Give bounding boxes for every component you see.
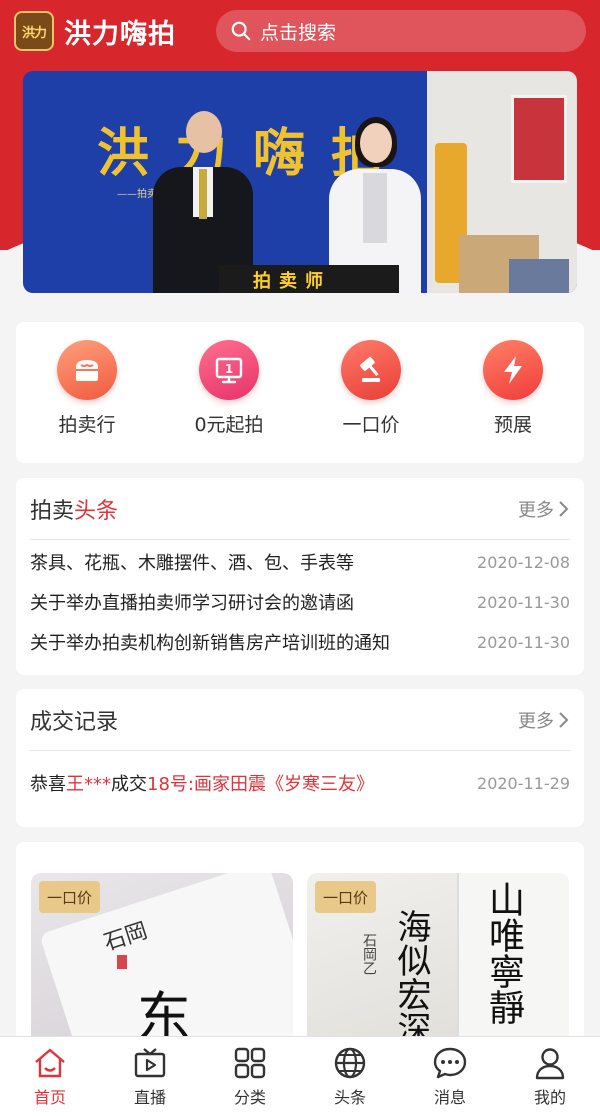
deal-more-link[interactable]: 更多 [518, 707, 570, 733]
news-section: 拍卖头条 更多 茶具、花瓶、木雕摆件、酒、包、手表等 2020-12-08 关于… [16, 478, 584, 675]
search-bar[interactable]: 点击搜索 [216, 10, 586, 52]
bottom-tab-bar: 首页 直播 分类 头条 消息 我的 [0, 1036, 600, 1116]
app-title: 洪力嗨拍 [64, 18, 176, 50]
news-item-date: 2020-12-08 [477, 552, 570, 572]
deal-item-date: 2020-11-29 [477, 773, 570, 793]
news-item-title: 关于举办直播拍卖师学习研讨会的邀请函 [30, 593, 354, 614]
app-logo[interactable]: 洪力 [14, 11, 54, 51]
tab-live[interactable]: 直播 [100, 1037, 200, 1116]
news-item[interactable]: 关于举办拍卖机构创新销售房产培训班的通知 2020-11-30 [30, 622, 570, 662]
nav-zero-start[interactable]: 1 0元起拍 [169, 340, 289, 437]
news-item-title: 关于举办拍卖机构创新销售房产培训班的通知 [30, 633, 390, 654]
news-item-date: 2020-11-30 [477, 592, 570, 612]
price-tag: 一口价 [39, 881, 101, 913]
banner-carousel[interactable]: 洪力嗨拍 ——拍卖行业的专业直播拍 拍卖师 [23, 71, 577, 293]
deal-item[interactable]: 恭喜王***成交18号:画家田震《岁寒三友》 2020-11-29 [30, 763, 570, 803]
news-more-link[interactable]: 更多 [518, 496, 570, 522]
tab-category[interactable]: 分类 [200, 1037, 300, 1116]
logo-text: 洪力 [21, 25, 47, 41]
tab-home[interactable]: 首页 [0, 1037, 100, 1116]
home-icon [35, 1048, 65, 1077]
app-header: 洪力 洪力嗨拍 点击搜索 [0, 0, 600, 62]
lightning-icon [483, 340, 543, 400]
message-icon [433, 1047, 467, 1078]
svg-text:1: 1 [225, 362, 233, 376]
chevron-right-icon [559, 711, 569, 728]
nav-label: 预展 [493, 414, 532, 436]
tab-headlines[interactable]: 头条 [300, 1037, 400, 1116]
deal-item-text: 恭喜王***成交18号:画家田震《岁寒三友》 [30, 770, 477, 796]
seal-mark [117, 955, 127, 969]
tab-label: 我的 [533, 1087, 566, 1107]
deal-mid: 成交 [111, 774, 147, 795]
more-label: 更多 [518, 499, 554, 521]
deal-title: 成交记录 [30, 709, 119, 735]
zero-start-icon: 1 [199, 340, 259, 400]
nav-fixed-price[interactable]: 一口价 [311, 340, 431, 437]
deal-records-section: 成交记录 更多 恭喜王***成交18号:画家田震《岁寒三友》 2020-11-2… [16, 689, 584, 827]
gavel-icon [341, 340, 401, 400]
banner-podium-text: 拍卖师 [253, 271, 331, 292]
chevron-right-icon [559, 500, 569, 517]
user-icon [535, 1047, 565, 1079]
nav-label: 拍卖行 [58, 414, 116, 436]
tab-label: 直播 [133, 1087, 166, 1107]
tab-profile[interactable]: 我的 [500, 1037, 600, 1116]
deal-lot: 18号:画家田震《岁寒三友》 [147, 774, 374, 795]
tab-label: 头条 [333, 1087, 366, 1107]
nav-preview[interactable]: 预展 [453, 340, 573, 437]
search-placeholder: 点击搜索 [260, 21, 337, 44]
tab-label: 首页 [33, 1087, 66, 1107]
news-item[interactable]: 关于举办直播拍卖师学习研讨会的邀请函 2020-11-30 [30, 582, 570, 622]
globe-icon [334, 1047, 366, 1078]
news-title-plain: 拍卖 [30, 498, 75, 524]
nav-label: 一口价 [342, 414, 400, 436]
news-title: 拍卖头条 [30, 493, 118, 525]
auction-house-icon [57, 340, 117, 400]
grid-icon [234, 1047, 266, 1078]
nav-label: 0元起拍 [194, 414, 264, 436]
artwork-calligraphy: 海似宏深 [391, 909, 431, 1045]
news-item[interactable]: 茶具、花瓶、木雕摆件、酒、包、手表等 2020-12-08 [30, 542, 570, 582]
news-item-date: 2020-11-30 [477, 632, 570, 652]
more-label: 更多 [518, 710, 554, 732]
tab-label: 消息 [433, 1087, 466, 1107]
nav-auction-house[interactable]: 拍卖行 [27, 340, 147, 437]
quick-nav: 拍卖行 1 0元起拍 一口价 预展 [16, 322, 584, 463]
deal-buyer: 王*** [66, 774, 111, 795]
banner-poster [511, 95, 567, 183]
price-tag: 一口价 [315, 881, 377, 913]
tab-messages[interactable]: 消息 [400, 1037, 500, 1116]
news-item-title: 茶具、花瓶、木雕摆件、酒、包、手表等 [30, 553, 354, 574]
tab-label: 分类 [233, 1087, 266, 1107]
banner-box-2 [509, 259, 569, 293]
artwork-inscription: 石岡乙 [361, 933, 377, 975]
news-title-highlight: 头条 [74, 498, 119, 524]
tv-icon [134, 1047, 166, 1077]
deal-prefix: 恭喜 [30, 774, 66, 795]
news-header: 拍卖头条 更多 [30, 478, 570, 540]
artwork-calligraphy: 山唯寧靜 [483, 881, 524, 1025]
search-icon [231, 21, 251, 41]
deal-header: 成交记录 更多 [30, 689, 570, 751]
